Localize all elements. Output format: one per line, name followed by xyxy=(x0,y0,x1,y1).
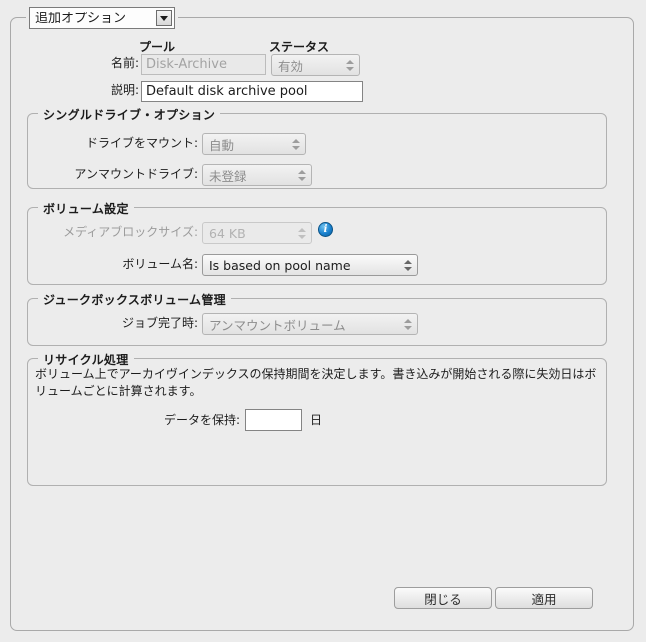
apply-button[interactable]: 適用 xyxy=(495,587,593,609)
unmount-drive-label: アンマウントドライブ: xyxy=(74,167,198,181)
unmount-drive-select-value: 未登録 xyxy=(209,168,247,184)
job-complete-select-value: アンマウントボリューム xyxy=(209,317,346,333)
retain-data-unit: 日 xyxy=(310,413,323,427)
retain-data-label: データを保持: xyxy=(163,413,240,427)
pool-status-select-value: 有効 xyxy=(278,58,304,74)
stepper-arrows-icon[interactable] xyxy=(287,134,305,154)
stepper-arrows-icon[interactable] xyxy=(341,55,359,75)
mount-drive-select-value: 自動 xyxy=(209,137,235,153)
jukebox-volume-management-title: ジュークボックスボリューム管理 xyxy=(38,291,231,308)
media-block-size-select: 64 KB xyxy=(202,222,312,244)
column-header-status: ステータス xyxy=(269,40,330,54)
additional-options-select-value: 追加オプション xyxy=(35,11,127,25)
mount-drive-select[interactable]: 自動 xyxy=(202,133,306,155)
stepper-arrows-icon[interactable] xyxy=(399,314,417,334)
pool-name-label: 名前: xyxy=(110,56,139,70)
retain-data-input[interactable] xyxy=(245,409,302,431)
mount-drive-label: ドライブをマウント: xyxy=(85,136,198,150)
media-block-size-label: メディアブロックサイズ: xyxy=(63,225,198,239)
pool-description-input[interactable] xyxy=(141,81,363,102)
media-block-size-select-value: 64 KB xyxy=(209,225,246,241)
info-icon[interactable]: i xyxy=(318,222,333,237)
volume-name-select[interactable]: Is based on pool name xyxy=(202,254,418,276)
additional-options-select[interactable]: 追加オプション xyxy=(29,7,175,29)
volume-settings-title: ボリューム設定 xyxy=(38,200,134,217)
pool-description-label: 説明: xyxy=(110,83,139,97)
pool-name-input xyxy=(141,54,266,75)
recycle-description: ボリューム上でアーカイヴインデックスの保持期間を決定します。書き込みが開始される… xyxy=(35,367,597,398)
volume-name-select-value: Is based on pool name xyxy=(209,257,351,273)
volume-name-label: ボリューム名: xyxy=(122,257,198,271)
stepper-arrows-icon xyxy=(293,223,311,243)
stepper-arrows-icon[interactable] xyxy=(293,165,311,185)
chevron-down-icon[interactable] xyxy=(156,10,172,26)
job-complete-select[interactable]: アンマウントボリューム xyxy=(202,313,418,335)
job-complete-label: ジョブ完了時: xyxy=(121,316,198,330)
column-header-pool: プール xyxy=(139,40,176,54)
unmount-drive-select[interactable]: 未登録 xyxy=(202,164,312,186)
single-drive-options-title: シングルドライブ・オプション xyxy=(38,106,221,123)
pool-status-select[interactable]: 有効 xyxy=(271,54,360,76)
stepper-arrows-icon[interactable] xyxy=(399,255,417,275)
close-button[interactable]: 閉じる xyxy=(394,587,492,609)
